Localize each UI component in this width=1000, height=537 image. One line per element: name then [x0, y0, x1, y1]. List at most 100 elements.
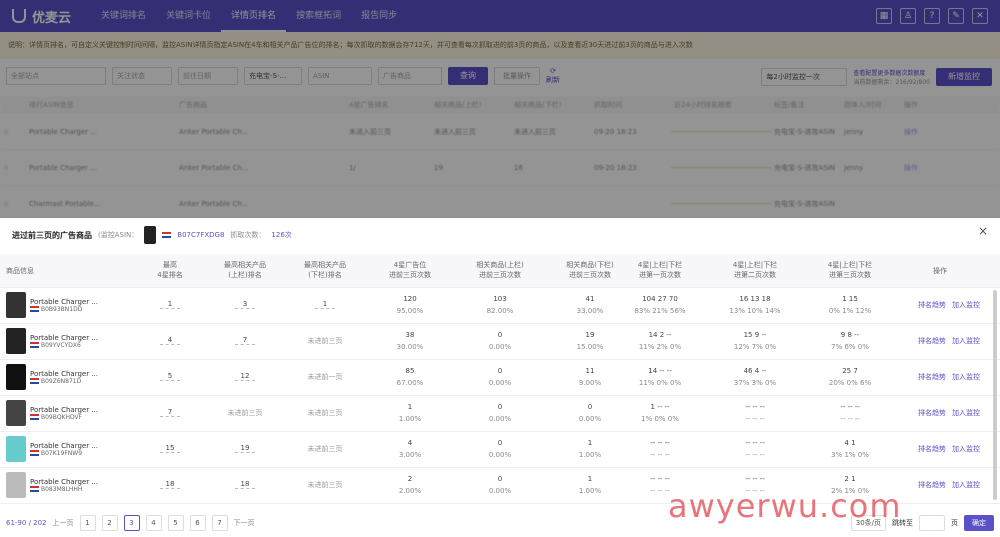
count-value: 1 -- --: [650, 403, 670, 411]
header-line-1: 最高相关产品: [224, 261, 266, 269]
trend-link[interactable]: 排名趋势: [918, 408, 946, 418]
modal-header-cell: 4星|上栏|下栏 进第一页次数: [615, 260, 705, 280]
prev-page-button[interactable]: 上一页: [53, 518, 74, 528]
product-asin: B09Z6N871D: [30, 378, 98, 385]
rank-cell[interactable]: 7: [235, 336, 255, 345]
modal-table-row[interactable]: Portable Charger ... B09BQKHDVF 7 未进前三页 未进前三…: [0, 396, 1000, 432]
rank-cell: 未进前一页: [307, 373, 343, 381]
count-value: 16 13 18: [739, 295, 771, 303]
product-title[interactable]: Portable Charger ...: [30, 370, 98, 378]
count-cell: 103 82.00%: [460, 293, 540, 317]
add-monitor-link[interactable]: 加入监控: [952, 300, 980, 310]
count-cell: -- -- -- -- -- --: [615, 437, 705, 461]
page-button[interactable]: 2: [101, 515, 118, 531]
header-line-2: (上栏)排名: [228, 271, 262, 279]
rank-cell[interactable]: 12: [235, 372, 255, 381]
count-value: 126次: [271, 231, 292, 239]
count-cell: 1 -- -- 1% 0% 0%: [615, 401, 705, 425]
product-title[interactable]: Portable Charger ...: [30, 442, 98, 450]
goto-confirm-button[interactable]: 确定: [964, 515, 994, 531]
product-title[interactable]: Portable Charger ...: [30, 298, 98, 306]
rank-cell[interactable]: 1: [315, 300, 335, 309]
rank-cell[interactable]: 3: [235, 300, 255, 309]
trend-link[interactable]: 排名趋势: [918, 336, 946, 346]
count-value: 0: [497, 403, 503, 411]
count-percent: -- -- --: [840, 415, 860, 423]
add-monitor-link[interactable]: 加入监控: [952, 336, 980, 346]
modal-table-row[interactable]: Portable Charger ... B09YVCYDX6 4 7 未进前三页 38 3…: [0, 324, 1000, 360]
count-percent: -- -- --: [650, 451, 670, 459]
count-value: 0: [497, 475, 503, 483]
rank-cell[interactable]: 15: [160, 444, 180, 453]
rank-cell[interactable]: 19: [235, 444, 255, 453]
page-button[interactable]: 3: [123, 515, 140, 531]
product-image: [6, 400, 26, 426]
count-value: 0: [497, 331, 503, 339]
next-page-button[interactable]: 下一页: [234, 518, 255, 528]
product-text: Portable Charger ... B07K19FNW9: [30, 442, 98, 457]
modal-scrollbar[interactable]: [993, 290, 997, 500]
count-percent: 83% 21% 56%: [634, 307, 686, 315]
add-monitor-link[interactable]: 加入监控: [952, 444, 980, 454]
count-value: 25 7: [842, 367, 858, 375]
page-button[interactable]: 7: [211, 515, 228, 531]
count-percent: 67.00%: [396, 379, 424, 387]
trend-link[interactable]: 排名趋势: [918, 480, 946, 490]
product-image: [6, 292, 26, 318]
count-value: 9 8 --: [840, 331, 860, 339]
header-line-1: 4星广告位: [393, 261, 427, 269]
modal-table-body: Portable Charger ... B0B93BN1DD 1 3 1 120 95.0…: [0, 288, 1000, 504]
modal-table-row[interactable]: Portable Charger ... B09Z6N871D 5 12 未进前一页 85…: [0, 360, 1000, 396]
modal-close-icon[interactable]: ×: [978, 224, 988, 238]
count-value: 2 1: [844, 475, 856, 483]
product-title[interactable]: Portable Charger ...: [30, 406, 98, 414]
count-value: 2: [407, 475, 413, 483]
product-title[interactable]: Portable Charger ...: [30, 334, 98, 342]
asin-text[interactable]: B083M8LHHH: [41, 486, 82, 493]
count-value: -- -- --: [840, 403, 860, 411]
asin-text[interactable]: B09BQKHDVF: [41, 414, 82, 421]
product-image: [6, 472, 26, 498]
asin-text[interactable]: B0B93BN1DD: [41, 306, 82, 313]
add-monitor-link[interactable]: 加入监控: [952, 372, 980, 382]
page-button[interactable]: 1: [79, 515, 96, 531]
add-monitor-link[interactable]: 加入监控: [952, 480, 980, 490]
trend-link[interactable]: 排名趋势: [918, 300, 946, 310]
monitor-asin-link[interactable]: B07C7FXDG8: [177, 231, 224, 239]
count-percent: 0.00%: [488, 451, 512, 459]
modal-table-row[interactable]: Portable Charger ... B0B93BN1DD 1 3 1 120 95.0…: [0, 288, 1000, 324]
count-cell: 14 2 -- 11% 2% 0%: [615, 329, 705, 353]
page-button[interactable]: 4: [145, 515, 162, 531]
product-asin: B083M8LHHH: [30, 486, 98, 493]
rank-cell[interactable]: 5: [160, 372, 180, 381]
product-title[interactable]: Portable Charger ...: [30, 478, 98, 486]
rank-cell[interactable]: 4: [160, 336, 180, 345]
page-button[interactable]: 5: [167, 515, 184, 531]
rank-cell[interactable]: 1: [160, 300, 180, 309]
page-button[interactable]: 6: [189, 515, 206, 531]
us-flag-icon: [30, 306, 39, 312]
count-cell: 85 67.00%: [370, 365, 450, 389]
count-cell: 0 0.00%: [460, 401, 540, 425]
count-value: 104 27 70: [642, 295, 678, 303]
count-value: 38: [405, 331, 415, 339]
modal-header-cell: 4星|上栏|下栏 进第二页次数: [710, 260, 800, 280]
trend-link[interactable]: 排名趋势: [918, 372, 946, 382]
trend-link[interactable]: 排名趋势: [918, 444, 946, 454]
modal-title-text: 进过前三页的广告商品: [12, 230, 92, 240]
header-line-2: (下栏)排名: [308, 271, 342, 279]
rank-cell[interactable]: 18: [160, 480, 180, 489]
modal-table-row[interactable]: Portable Charger ... B07K19FNW9 15 19 未进前三页 4…: [0, 432, 1000, 468]
count-cell: 104 27 70 83% 21% 56%: [615, 293, 705, 317]
count-percent: 3.00%: [398, 451, 422, 459]
add-monitor-link[interactable]: 加入监控: [952, 408, 980, 418]
count-cell: 38 30.00%: [370, 329, 450, 353]
asin-text[interactable]: B09YVCYDX6: [41, 342, 81, 349]
count-percent: 37% 3% 0%: [733, 379, 777, 387]
goto-input[interactable]: [919, 515, 945, 531]
asin-text[interactable]: B09Z6N871D: [41, 378, 81, 385]
rank-cell[interactable]: 18: [235, 480, 255, 489]
rank-cell[interactable]: 7: [160, 408, 180, 417]
asin-text[interactable]: B07K19FNW9: [41, 450, 82, 457]
product-image: [6, 436, 26, 462]
